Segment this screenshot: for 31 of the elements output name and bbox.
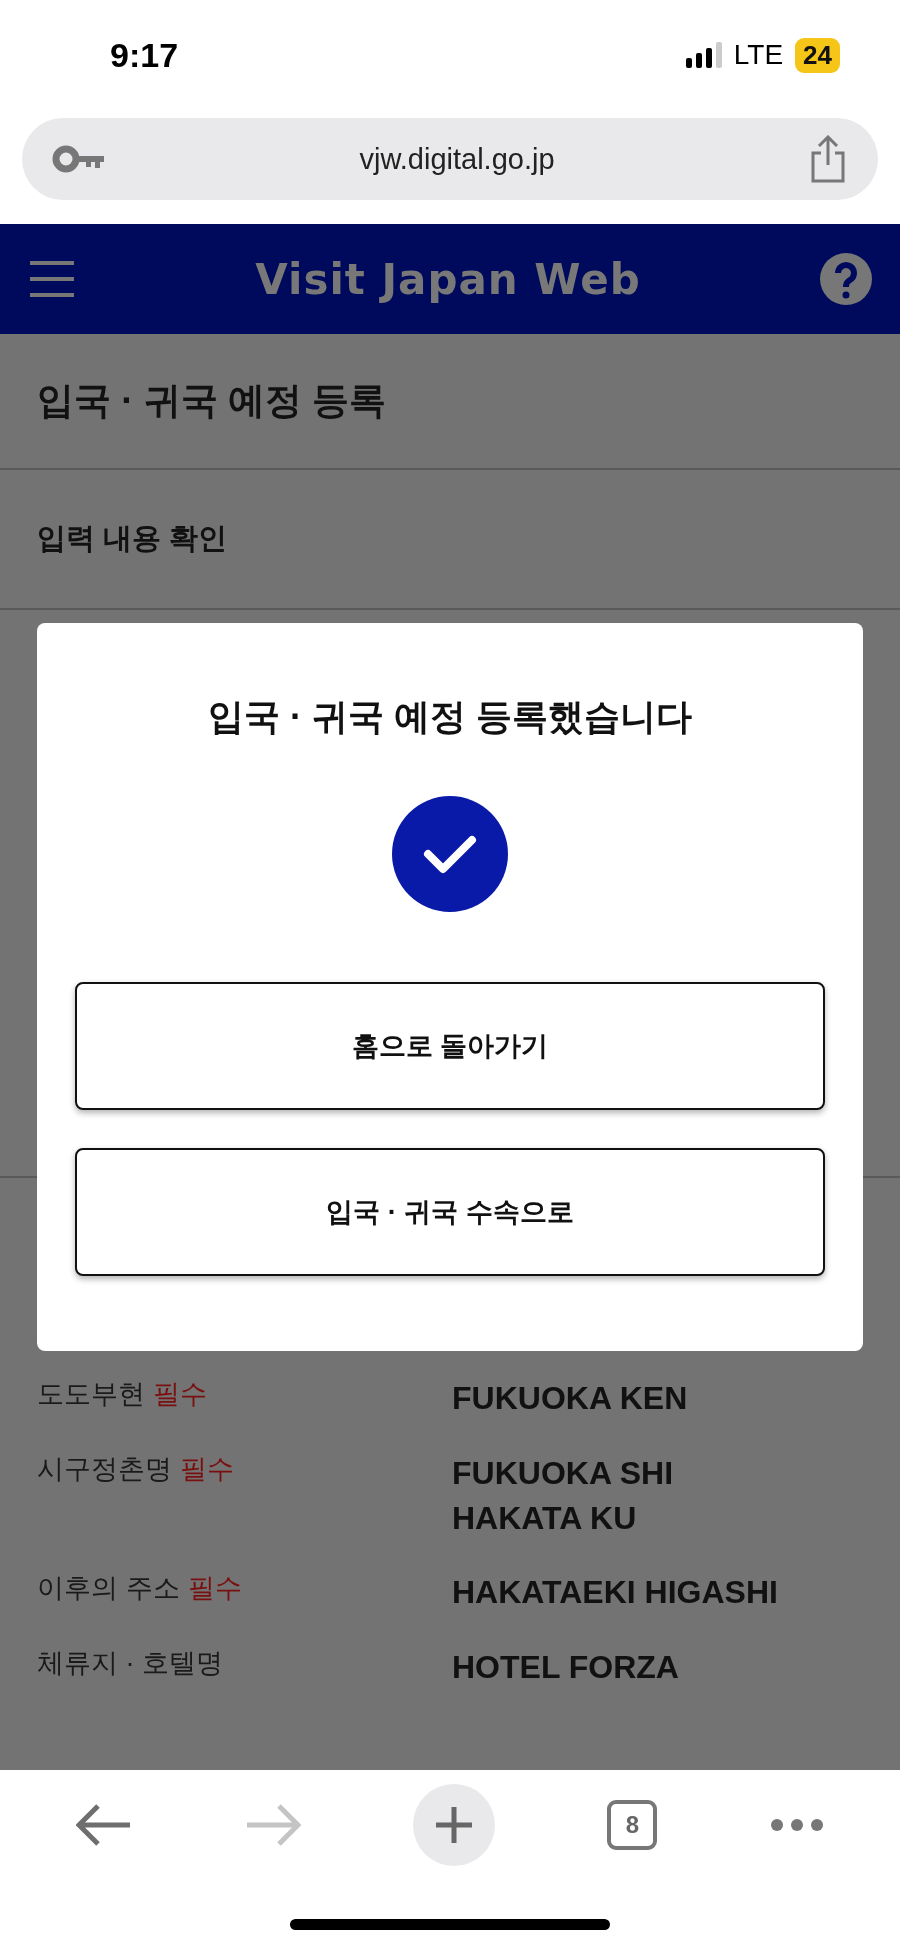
menu-icon[interactable] — [28, 259, 76, 299]
field-value: HOTEL FORZA — [452, 1648, 679, 1688]
key-icon — [52, 145, 106, 173]
signal-icon — [685, 42, 722, 68]
back-icon[interactable] — [76, 1803, 133, 1847]
site-title: Visit Japan Web — [254, 254, 642, 304]
field-value: HAKATAEKI HIGASHI — [452, 1573, 778, 1613]
check-icon — [392, 796, 508, 912]
url-text: vjw.digital.go.jp — [358, 142, 556, 176]
field-label: 시구정촌명 — [37, 1452, 172, 1486]
plus-icon — [433, 1805, 474, 1845]
field-label: 도도부현 — [37, 1378, 145, 1411]
help-icon[interactable] — [820, 253, 872, 305]
field-label: 이후의 주소 — [37, 1572, 180, 1606]
dialog-button[interactable]: 홈으로 돌아가기 — [75, 982, 825, 1110]
network-label: LTE — [733, 39, 784, 71]
more-icon[interactable] — [769, 1818, 824, 1832]
required-tag: 필수 — [187, 1570, 242, 1607]
address-bar[interactable]: vjw.digital.go.jp — [22, 118, 878, 200]
status-time: 9:17 — [110, 35, 179, 75]
field-value: FUKUOKA KEN — [452, 1379, 688, 1418]
required-tag: 필수 — [180, 1450, 234, 1487]
dialog-title: 입국 · 귀국 예정 등록했습니다 — [208, 695, 692, 739]
field-value: FUKUOKA SHI HAKATA KU — [452, 1453, 674, 1538]
required-tag: 필수 — [153, 1376, 207, 1412]
dialog-button[interactable]: 입국 · 귀국 수속으로 — [75, 1148, 825, 1276]
page-title: 입국 · 귀국 예정 등록 — [37, 379, 387, 423]
battery-level: 24 — [795, 37, 840, 73]
field-label: 체류지 · 호텔명 — [37, 1647, 223, 1681]
tabs-button[interactable]: 8 — [607, 1800, 658, 1850]
section-heading: 입력 내용 확인 — [37, 521, 228, 556]
